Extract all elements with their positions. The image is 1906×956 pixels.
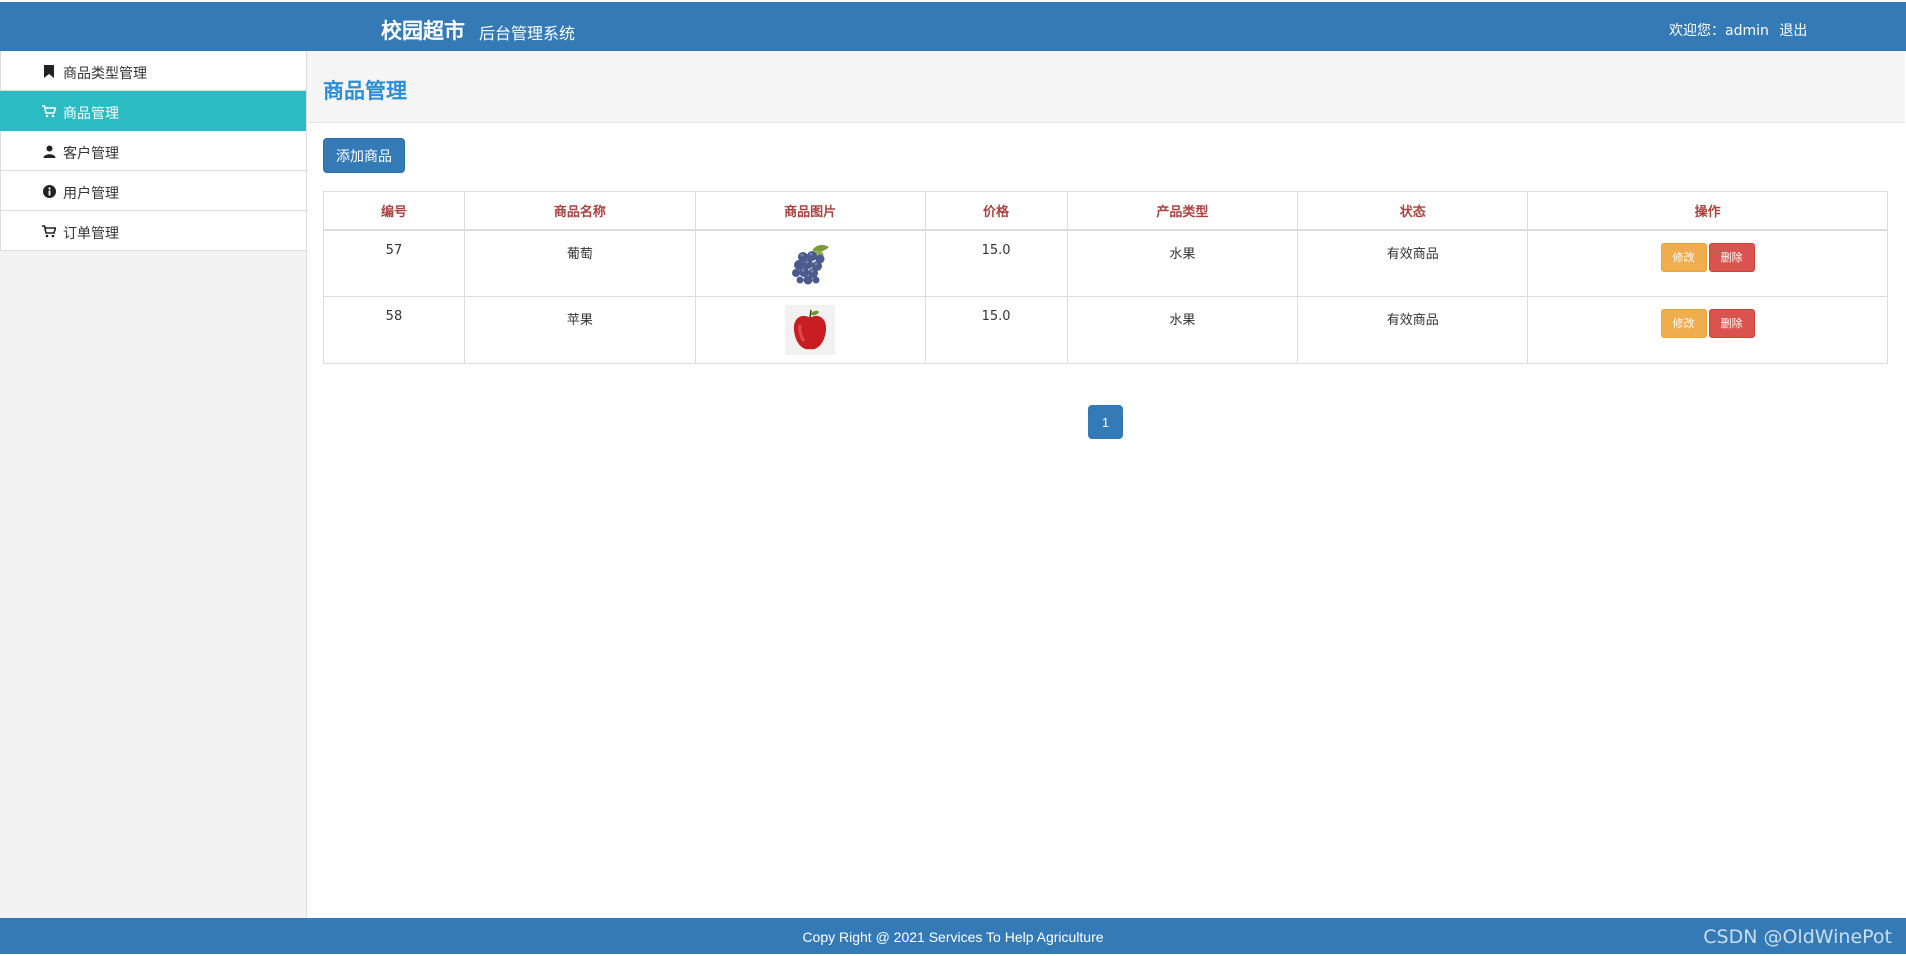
user-icon <box>41 143 57 159</box>
sidebar-item-label: 用户管理 <box>63 186 119 202</box>
column-header-image: 商品图片 <box>694 191 926 231</box>
sidebar: 商品类型管理 商品管理 客户管理 用户管理 订单管理 <box>0 51 307 918</box>
sidebar-item-label: 客户管理 <box>63 146 119 162</box>
delete-button[interactable]: 删除 <box>1708 242 1755 272</box>
sidebar-item-users[interactable]: 用户管理 <box>0 171 306 211</box>
column-header-type: 产品类型 <box>1066 191 1299 231</box>
user-area: 欢迎您：admin 退出 <box>1669 20 1807 40</box>
sidebar-item-customers[interactable]: 客户管理 <box>0 131 306 171</box>
column-header-price: 价格 <box>924 191 1068 231</box>
info-icon <box>41 183 57 199</box>
edit-button[interactable]: 修改 <box>1660 309 1707 338</box>
username: admin <box>1725 23 1769 39</box>
main-content: 商品管理 添加商品 编号 商品名称 商品图片 价格 产品类型 状态 操作 57 … <box>307 51 1905 918</box>
table-header-row: 编号 商品名称 商品图片 价格 产品类型 状态 操作 <box>323 191 1888 231</box>
cell-id: 58 <box>323 296 465 364</box>
sidebar-item-category[interactable]: 商品类型管理 <box>0 51 306 91</box>
cart-icon <box>41 103 57 119</box>
cell-price: 15.0 <box>924 296 1068 364</box>
column-header-id: 编号 <box>323 191 465 231</box>
column-header-actions: 操作 <box>1527 191 1888 231</box>
cell-actions: 修改 删除 <box>1527 296 1888 364</box>
table-row: 57 葡萄 15.0 水果 有效商品 修改 删除 <box>323 229 1888 297</box>
cell-name: 苹果 <box>463 296 696 364</box>
cell-type: 水果 <box>1066 229 1299 297</box>
cell-price: 15.0 <box>924 229 1068 297</box>
sidebar-item-goods[interactable]: 商品管理 <box>0 91 306 131</box>
page-header: 商品管理 <box>307 51 1905 123</box>
cell-actions: 修改 删除 <box>1527 229 1888 297</box>
edit-button[interactable]: 修改 <box>1660 242 1707 272</box>
cell-image <box>694 229 926 297</box>
delete-button[interactable]: 删除 <box>1708 309 1755 338</box>
apple-thumbnail <box>785 305 836 355</box>
copyright-text: Copy Right @ 2021 Services To Help Agric… <box>0 929 1906 945</box>
system-subtitle: 后台管理系统 <box>479 24 576 43</box>
page-title: 商品管理 <box>323 79 407 103</box>
cell-name: 葡萄 <box>463 229 696 297</box>
column-header-status: 状态 <box>1297 191 1529 231</box>
cell-status: 有效商品 <box>1297 296 1529 364</box>
grape-thumbnail <box>792 244 830 284</box>
cell-id: 57 <box>323 229 465 297</box>
sidebar-item-orders[interactable]: 订单管理 <box>0 211 306 251</box>
bookmark-icon <box>41 63 57 79</box>
pagination-page-1[interactable]: 1 <box>1088 405 1123 439</box>
top-header: 校园超市 后台管理系统 欢迎您：admin 退出 <box>0 2 1906 51</box>
table-row: 58 苹果 15.0 水果 有效商品 修改 删除 <box>323 296 1888 364</box>
goods-table: 编号 商品名称 商品图片 价格 产品类型 状态 操作 57 葡萄 15.0 水果… <box>323 191 1888 364</box>
logout-link[interactable]: 退出 <box>1779 20 1807 40</box>
brand-title: 校园超市 <box>381 19 465 43</box>
cell-image <box>694 296 926 364</box>
sidebar-item-label: 商品管理 <box>63 106 119 122</box>
sidebar-item-label: 商品类型管理 <box>63 66 147 82</box>
add-goods-button[interactable]: 添加商品 <box>323 138 405 173</box>
column-header-name: 商品名称 <box>463 191 696 231</box>
footer: Copy Right @ 2021 Services To Help Agric… <box>0 918 1906 954</box>
copyright-label: Copy Right @ 2021 Services To Help Agric… <box>802 929 1104 945</box>
welcome-prefix: 欢迎您： <box>1669 23 1725 39</box>
sidebar-item-label: 订单管理 <box>63 226 119 242</box>
watermark: CSDN @OldWinePot <box>1703 926 1892 948</box>
cell-type: 水果 <box>1066 296 1299 364</box>
cell-status: 有效商品 <box>1297 229 1529 297</box>
cart-icon <box>41 223 57 239</box>
